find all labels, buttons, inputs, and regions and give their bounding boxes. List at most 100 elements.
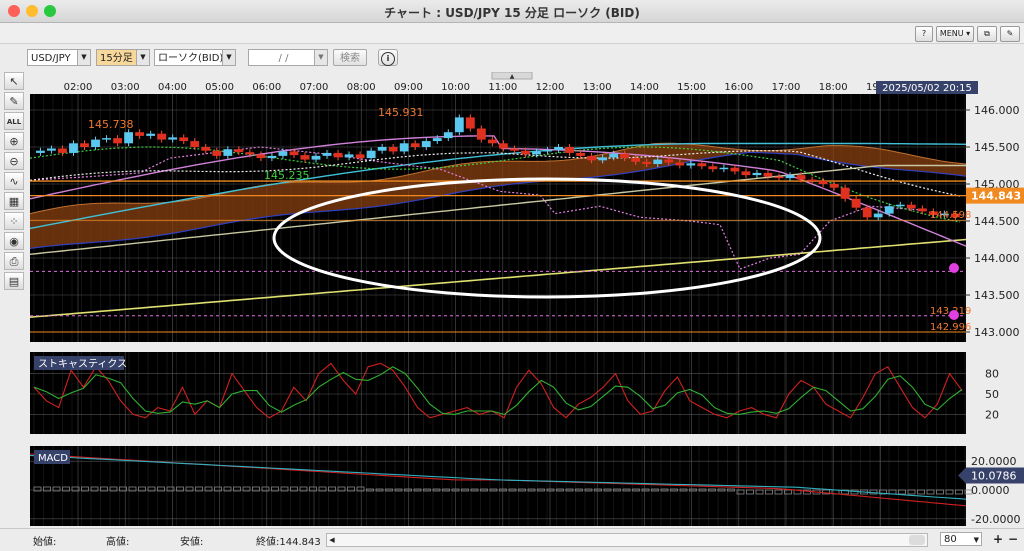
chevron-down-icon: ▼ bbox=[222, 50, 235, 65]
candle bbox=[708, 166, 718, 170]
candle bbox=[355, 154, 365, 159]
close-label: 終値:144.843 bbox=[256, 537, 321, 548]
chart-area[interactable]: ▲ 02:00 03:00 04:00 05:00 06:00 07:00 08:00 09:… bbox=[0, 72, 1024, 528]
control-bar: USD/JPY ▼ 15分足 ▼ ローソク(BID) ▼ / / ▼ 検索 i bbox=[0, 44, 1024, 72]
candle bbox=[201, 147, 211, 151]
zoom-in-button[interactable]: + bbox=[993, 532, 1005, 546]
zoom-out-button[interactable]: − bbox=[1008, 532, 1020, 546]
candle bbox=[344, 154, 354, 158]
chevron-down-icon: ▼ bbox=[314, 50, 327, 65]
candle bbox=[487, 139, 497, 144]
candle bbox=[741, 171, 751, 176]
title-bar: チャート : USD/JPY 15 分足 ローソク (BID) bbox=[0, 0, 1024, 23]
chevron-down-icon: ▼ bbox=[77, 50, 90, 65]
chart-type-select[interactable]: ローソク(BID) ▼ bbox=[154, 49, 236, 66]
time-label: 13:00 bbox=[583, 82, 612, 93]
candle bbox=[543, 149, 552, 152]
candle bbox=[763, 172, 773, 177]
stochastics-tick: 80 bbox=[985, 368, 999, 381]
info-icon: i bbox=[381, 52, 395, 66]
chart-type-value: ローソク(BID) bbox=[158, 53, 224, 64]
candle bbox=[443, 132, 453, 139]
time-label: 11:00 bbox=[488, 82, 517, 93]
candle bbox=[377, 147, 387, 151]
candle bbox=[322, 152, 332, 156]
date-value: / / bbox=[278, 53, 289, 64]
candle bbox=[884, 206, 894, 214]
candle bbox=[499, 143, 508, 149]
macd-tick: 0.0000 bbox=[971, 484, 1010, 497]
chevron-down-icon: ▼ bbox=[973, 536, 979, 544]
stochastics-axis: 80 50 20 bbox=[985, 368, 999, 422]
candle bbox=[917, 208, 927, 212]
window-title: チャート : USD/JPY 15 分足 ローソク (BID) bbox=[384, 6, 640, 20]
candle bbox=[80, 143, 89, 147]
candle bbox=[851, 198, 861, 208]
candle bbox=[719, 167, 729, 170]
time-label: 09:00 bbox=[394, 82, 423, 93]
candle bbox=[730, 167, 740, 172]
candle bbox=[410, 143, 420, 147]
time-label: 15:00 bbox=[677, 82, 706, 93]
candle bbox=[168, 137, 178, 140]
line2-price-label: 142.996 bbox=[930, 322, 971, 333]
candle bbox=[157, 133, 167, 140]
candle bbox=[686, 163, 696, 166]
candle bbox=[124, 132, 134, 144]
help-button[interactable]: ? bbox=[915, 26, 933, 42]
date-input[interactable]: / / ▼ bbox=[248, 49, 328, 66]
candle bbox=[234, 149, 244, 153]
current-price-label: 144.843 bbox=[971, 190, 1021, 203]
chevron-down-icon: ▼ bbox=[136, 50, 149, 65]
candle bbox=[366, 150, 376, 159]
macd-tick: -20.0000 bbox=[971, 513, 1020, 526]
scroll-left-icon[interactable]: ◀ bbox=[327, 534, 337, 546]
candle bbox=[256, 154, 266, 159]
search-button[interactable]: 検索 bbox=[333, 49, 367, 66]
candle bbox=[476, 128, 486, 140]
candle bbox=[47, 148, 56, 151]
candle bbox=[465, 117, 475, 129]
candle bbox=[554, 147, 563, 150]
time-label: 14:00 bbox=[630, 82, 659, 93]
candle bbox=[190, 141, 200, 147]
scroll-thumb[interactable] bbox=[909, 535, 925, 545]
alert-icon[interactable] bbox=[949, 263, 959, 273]
candle bbox=[895, 204, 905, 207]
candle bbox=[388, 147, 398, 152]
high-price-label: 145.931 bbox=[378, 106, 424, 119]
candle bbox=[267, 155, 277, 159]
price-tick: 144.000 bbox=[974, 252, 1020, 265]
time-label: 12:00 bbox=[536, 82, 565, 93]
right-price-label: 144.598 bbox=[930, 210, 971, 221]
time-label: 02:00 bbox=[64, 82, 93, 93]
time-label: 06:00 bbox=[252, 82, 281, 93]
price-tick: 145.500 bbox=[974, 141, 1020, 154]
horizontal-scrollbar[interactable]: ◀ bbox=[326, 533, 928, 547]
candle bbox=[609, 153, 619, 158]
menu-button[interactable]: MENU ▾ bbox=[936, 26, 974, 42]
price-tick: 146.000 bbox=[974, 104, 1020, 117]
candle bbox=[36, 150, 45, 153]
info-button[interactable]: i bbox=[378, 49, 398, 66]
candle bbox=[521, 150, 530, 155]
alert-icon[interactable] bbox=[949, 310, 959, 320]
candle bbox=[432, 138, 442, 142]
high-label: 高値: bbox=[106, 537, 130, 548]
candle bbox=[135, 132, 145, 136]
candle bbox=[565, 147, 574, 153]
window-icon[interactable]: ⧉ bbox=[977, 26, 997, 42]
candle bbox=[862, 207, 872, 218]
edit-icon[interactable]: ✎ bbox=[1000, 26, 1020, 42]
candle bbox=[532, 151, 541, 155]
interval-select[interactable]: 15分足 ▼ bbox=[96, 49, 150, 66]
macd-title: MACD bbox=[38, 453, 68, 464]
stochastics-tick: 20 bbox=[985, 408, 999, 421]
candle bbox=[774, 176, 784, 179]
candle bbox=[278, 151, 288, 156]
price-tick: 143.500 bbox=[974, 289, 1020, 302]
zoom-select[interactable]: 80 ▼ bbox=[940, 532, 982, 546]
pair-select[interactable]: USD/JPY ▼ bbox=[27, 49, 91, 66]
left-high-label: 145.738 bbox=[88, 118, 134, 131]
candle bbox=[840, 187, 850, 199]
